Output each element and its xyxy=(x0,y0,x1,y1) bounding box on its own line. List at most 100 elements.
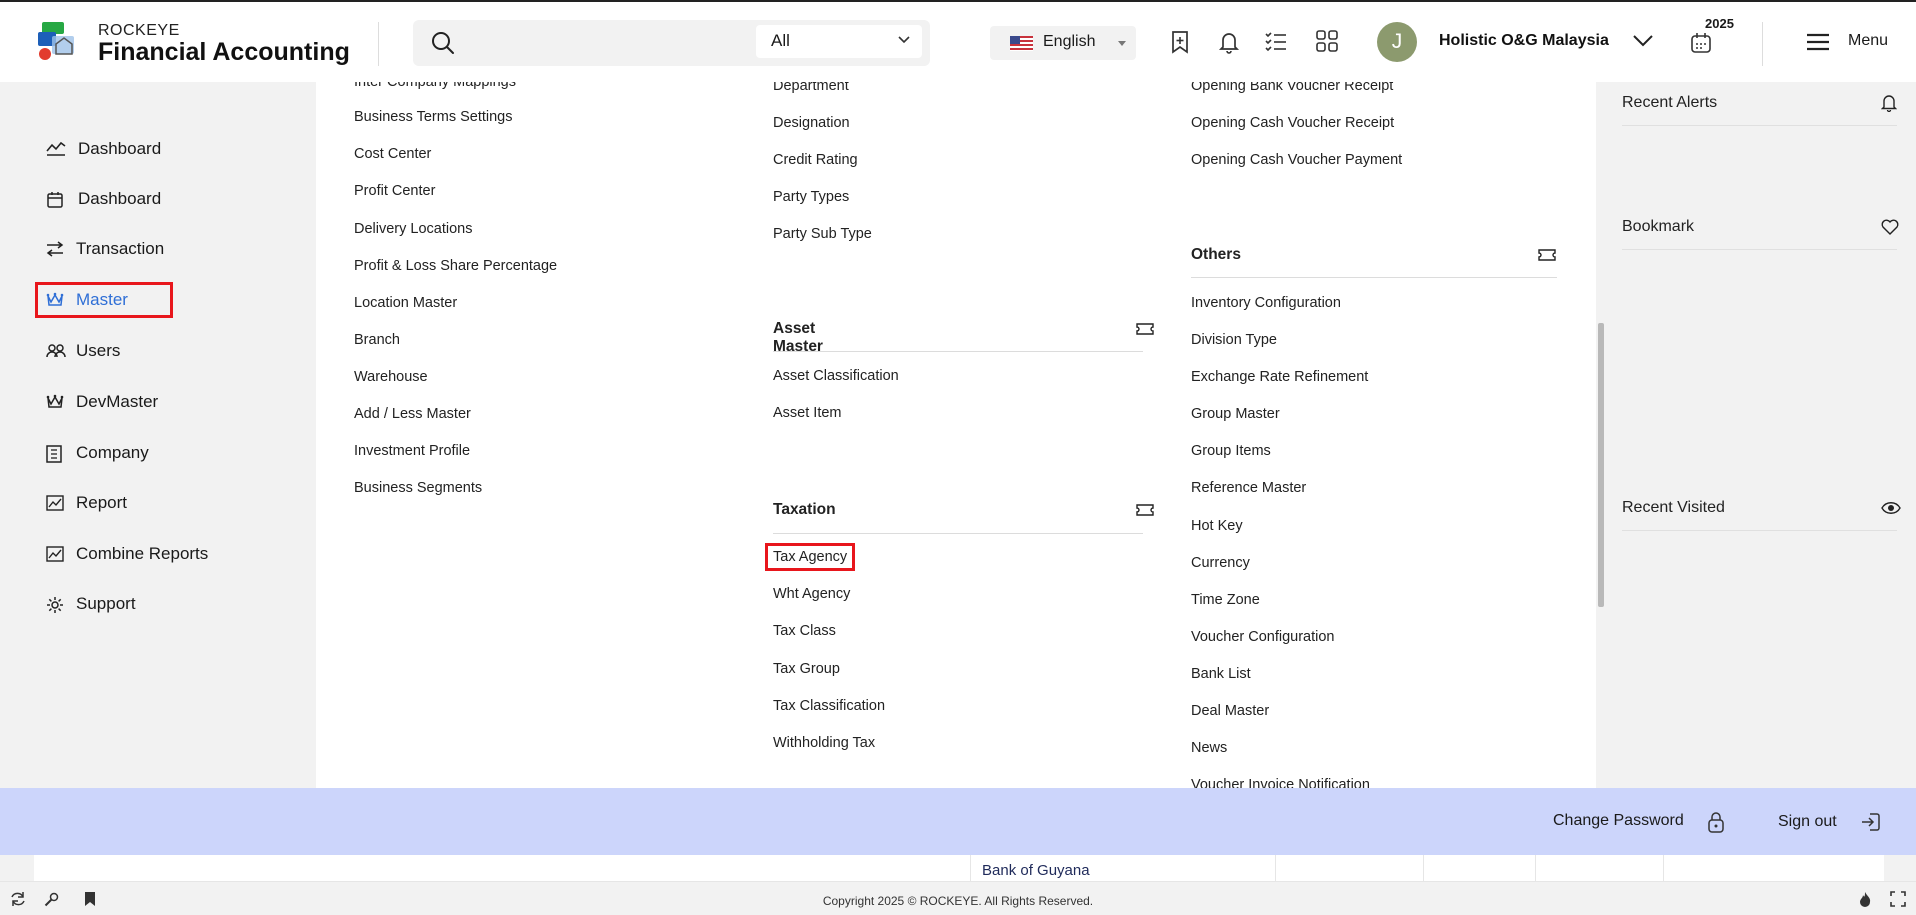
table-gridline xyxy=(970,855,971,881)
sidebar-item-master[interactable]: Master xyxy=(35,282,173,318)
sidebar-item-users[interactable]: Users xyxy=(38,336,248,366)
sidebar-item-label: DevMaster xyxy=(76,392,159,411)
bell-icon[interactable] xyxy=(1881,94,1897,112)
menu-link-cost-center[interactable]: Cost Center xyxy=(354,146,431,162)
menu-link-investment-profile[interactable]: Investment Profile xyxy=(354,443,470,459)
heart-icon[interactable] xyxy=(1881,219,1899,235)
lock-icon[interactable] xyxy=(1707,811,1725,833)
background-table-strip xyxy=(34,855,1884,881)
menu-link-deal-master[interactable]: Deal Master xyxy=(1191,703,1269,719)
menu-link-voucher-configuration[interactable]: Voucher Configuration xyxy=(1191,629,1335,645)
menu-button[interactable]: Menu xyxy=(1806,30,1898,58)
sidebar-item-dashboard[interactable]: Dashboard xyxy=(38,134,248,164)
menu-link-opening-cash-voucher-payment[interactable]: Opening Cash Voucher Payment xyxy=(1191,152,1402,168)
bookmark-title: Bookmark xyxy=(1622,218,1695,235)
section-divider xyxy=(773,533,1143,534)
sidebar-item-devmaster[interactable]: DevMaster xyxy=(38,387,248,417)
menu-link-profit-center[interactable]: Profit Center xyxy=(354,183,435,199)
menu-link-opening-cash-voucher-receipt[interactable]: Opening Cash Voucher Receipt xyxy=(1191,115,1394,131)
sidebar-item-label: Report xyxy=(76,493,128,512)
menu-link-bank-list[interactable]: Bank List xyxy=(1191,666,1251,682)
company-name[interactable]: Holistic O&G Malaysia xyxy=(1439,32,1609,50)
bell-icon[interactable] xyxy=(1218,30,1240,54)
bookmark-add-icon[interactable] xyxy=(1170,30,1190,54)
menu-link-tax-agency[interactable]: Tax Agency xyxy=(764,543,856,571)
sign-out-icon[interactable] xyxy=(1861,812,1881,832)
sidebar-item-transaction[interactable]: Transaction xyxy=(38,234,248,264)
search-icon[interactable] xyxy=(431,31,455,55)
menu-link-delivery-locations[interactable]: Delivery Locations xyxy=(354,221,472,237)
recent-visited-title: Recent Visited xyxy=(1622,499,1725,516)
sidebar-item-combine-reports[interactable]: Combine Reports xyxy=(38,539,248,569)
language-select[interactable]: English xyxy=(990,26,1136,60)
menu-link-inventory-configuration[interactable]: Inventory Configuration xyxy=(1191,295,1341,311)
menu-link-voucher-invoice-notification[interactable]: Voucher Invoice Notification xyxy=(1191,777,1370,788)
menu-link-business-segments[interactable]: Business Segments xyxy=(354,480,482,496)
search-scope-value: All xyxy=(771,31,790,50)
ticket-icon[interactable] xyxy=(1136,322,1154,336)
copyright-text: Copyright 2025 © ROCKEYE. All Rights Res… xyxy=(822,894,1094,908)
menu-link-reference-master[interactable]: Reference Master xyxy=(1191,480,1306,496)
menu-link-party-sub-type[interactable]: Party Sub Type xyxy=(773,226,872,242)
ticket-icon[interactable] xyxy=(1136,503,1154,517)
table-gridline xyxy=(1535,855,1536,881)
fire-icon[interactable] xyxy=(1858,891,1872,907)
app-header: ROCKEYE Financial Accounting All English xyxy=(0,2,1916,82)
menu-link-department[interactable]: Department xyxy=(773,82,849,94)
menu-link-hot-key[interactable]: Hot Key xyxy=(1191,518,1243,534)
search-scope-select[interactable]: All xyxy=(756,25,922,58)
task-list-icon[interactable] xyxy=(1265,30,1287,52)
chart-line-icon xyxy=(46,141,66,157)
change-password-link[interactable]: Change Password xyxy=(1553,812,1684,830)
menu-link-asset-item[interactable]: Asset Item xyxy=(773,405,842,421)
table-cell-bank[interactable]: Bank of Guyana xyxy=(982,862,1090,879)
menu-link-warehouse[interactable]: Warehouse xyxy=(354,369,428,385)
header-divider xyxy=(1762,22,1763,66)
menu-link-location-master[interactable]: Location Master xyxy=(354,295,457,311)
eye-icon[interactable] xyxy=(1881,501,1901,515)
menu-link-credit-rating[interactable]: Credit Rating xyxy=(773,152,858,168)
caret-down-icon xyxy=(1118,41,1126,46)
building-icon xyxy=(46,445,62,463)
crown-icon xyxy=(46,292,64,308)
menu-link-inter-company-mappings[interactable]: Inter Company Mappings xyxy=(354,82,516,90)
menu-link-party-types[interactable]: Party Types xyxy=(773,189,849,205)
menu-link-tax-class[interactable]: Tax Class xyxy=(773,623,836,639)
sign-out-link[interactable]: Sign out xyxy=(1778,813,1837,831)
menu-link-asset-classification[interactable]: Asset Classification xyxy=(773,368,899,384)
menu-link-withholding-tax[interactable]: Withholding Tax xyxy=(773,735,875,751)
chevron-down-icon[interactable] xyxy=(1632,34,1654,48)
menu-link-tax-group[interactable]: Tax Group xyxy=(773,661,840,677)
menu-link-news[interactable]: News xyxy=(1191,740,1227,756)
menu-link-opening-bank-voucher-receipt[interactable]: Opening Bank Voucher Receipt xyxy=(1191,82,1393,94)
menu-link-currency[interactable]: Currency xyxy=(1191,555,1250,571)
avatar[interactable]: J xyxy=(1377,22,1417,62)
panel-scrollbar[interactable] xyxy=(1598,323,1604,607)
menu-link-exchange-rate-refinement[interactable]: Exchange Rate Refinement xyxy=(1191,369,1368,385)
menu-link-time-zone[interactable]: Time Zone xyxy=(1191,592,1260,608)
menu-link-division-type[interactable]: Division Type xyxy=(1191,332,1277,348)
calendar-icon xyxy=(1690,32,1712,54)
table-gridline xyxy=(1423,855,1424,881)
menu-link-designation[interactable]: Designation xyxy=(773,115,850,131)
menu-link-wht-agency[interactable]: Wht Agency xyxy=(773,586,850,602)
sidebar-item-dashboard-2[interactable]: Dashboard xyxy=(38,184,248,214)
search-input[interactable] xyxy=(469,28,659,58)
apps-grid-icon[interactable] xyxy=(1316,30,1338,52)
menu-link-branch[interactable]: Branch xyxy=(354,332,400,348)
menu-link-profit-loss-share[interactable]: Profit & Loss Share Percentage xyxy=(354,258,557,274)
menu-link-tax-classification[interactable]: Tax Classification xyxy=(773,698,885,714)
menu-link-business-terms-settings[interactable]: Business Terms Settings xyxy=(354,109,513,125)
sidebar-item-company[interactable]: Company xyxy=(38,438,248,468)
menu-link-group-master[interactable]: Group Master xyxy=(1191,406,1280,422)
section-title-others: Others xyxy=(1191,246,1241,263)
footer: Copyright 2025 © ROCKEYE. All Rights Res… xyxy=(0,881,1916,915)
report-chart-icon xyxy=(46,495,64,511)
sidebar-item-report[interactable]: Report xyxy=(38,488,248,518)
menu-link-group-items[interactable]: Group Items xyxy=(1191,443,1271,459)
sidebar-item-support[interactable]: Support xyxy=(38,589,248,619)
ticket-icon[interactable] xyxy=(1538,248,1556,262)
fullscreen-icon[interactable] xyxy=(1890,891,1906,907)
menu-link-add-less-master[interactable]: Add / Less Master xyxy=(354,406,471,422)
fiscal-year-button[interactable]: 2025 xyxy=(1690,16,1736,64)
